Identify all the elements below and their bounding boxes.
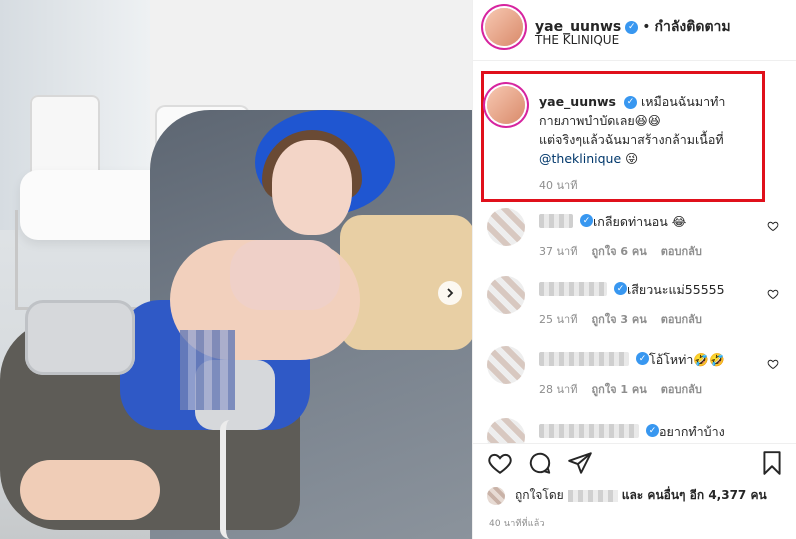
verified-icon: ✓ xyxy=(636,352,649,365)
comment-item: ✓ โอ้โหท่า🤣🤣 28 นาที ถูกใจ 1 คน ตอบกลับ xyxy=(487,346,787,406)
heart-icon[interactable] xyxy=(767,288,779,300)
post-media[interactable] xyxy=(0,0,472,539)
reply-button[interactable]: ตอบกลับ xyxy=(661,242,702,260)
verified-icon: ✓ xyxy=(623,96,637,109)
censor-blur xyxy=(180,330,235,410)
reply-button[interactable]: ตอบกลับ xyxy=(661,380,702,398)
avatar[interactable] xyxy=(485,8,523,46)
comment-item: ✓ เสียวนะแม่55555 25 นาที ถูกใจ 3 คน ตอบ… xyxy=(487,276,787,336)
instagram-post: yae_uunws ✓ • กำลังติดตาม THE KLINIQUE y… xyxy=(0,0,796,539)
heart-icon[interactable] xyxy=(767,220,779,232)
separator-dot: • xyxy=(642,19,651,35)
verified-icon: ✓ xyxy=(625,20,639,34)
heart-icon[interactable] xyxy=(487,450,513,476)
comment-likes[interactable]: ถูกใจ 3 คน xyxy=(591,310,646,328)
avatar[interactable] xyxy=(487,86,525,124)
comment-username-blurred[interactable] xyxy=(539,424,639,438)
photo-top xyxy=(230,240,340,310)
bookmark-icon[interactable] xyxy=(759,450,785,476)
chevron-right-icon xyxy=(447,288,454,298)
comment-text: เกลียดท่านอน 😂 xyxy=(593,214,687,229)
caption-line: กายภาพบำบัดเลย😆😆 xyxy=(539,113,661,128)
heart-icon[interactable] xyxy=(767,358,779,370)
post-sidebar: yae_uunws ✓ • กำลังติดตาม THE KLINIQUE y… xyxy=(472,0,796,539)
liked-by-username-blurred[interactable] xyxy=(567,489,618,502)
likes-count[interactable]: และ คนอื่นๆ อีก 4,377 คน xyxy=(622,486,767,505)
comment-likes[interactable]: ถูกใจ 6 คน xyxy=(591,242,646,260)
likes-summary[interactable]: ถูกใจโดย และ คนอื่นๆ อีก 4,377 คน xyxy=(487,486,767,505)
comment-item: ✓ เกลียดท่านอน 😂 37 นาที ถูกใจ 6 คน ตอบก… xyxy=(487,208,787,268)
comment-username-blurred[interactable] xyxy=(539,282,607,296)
caption-text: yae_uunws ✓ เหมือนฉันมาทำ กายภาพบำบัดเลย… xyxy=(539,92,769,168)
post-timestamp: 40 นาทีที่แล้ว xyxy=(489,519,545,529)
comment-text: เสียวนะแม่55555 xyxy=(627,282,725,297)
share-icon[interactable] xyxy=(567,450,593,476)
location-link[interactable]: THE KLINIQUE xyxy=(535,33,619,47)
avatar[interactable] xyxy=(487,346,525,384)
comment-icon[interactable] xyxy=(527,450,553,476)
avatar xyxy=(487,486,505,505)
comment-meta: 37 นาที ถูกใจ 6 คน ตอบกลับ xyxy=(539,242,702,260)
mention-link[interactable]: @theklinique xyxy=(539,151,621,166)
divider xyxy=(473,60,796,61)
avatar[interactable] xyxy=(487,208,525,246)
caption-line: แต่จริงๆแล้วฉันมาสร้างกล้ามเนื้อที่ xyxy=(539,132,724,147)
caption-line: เหมือนฉันมาทำ xyxy=(640,94,726,109)
photo-head xyxy=(272,140,352,235)
comment-time: 37 นาที xyxy=(539,245,578,258)
reply-button[interactable]: ตอบกลับ xyxy=(661,310,702,328)
comment-username-blurred[interactable] xyxy=(539,352,629,366)
verified-icon: ✓ xyxy=(614,282,627,295)
liked-by-label: ถูกใจโดย xyxy=(515,488,564,502)
verified-icon: ✓ xyxy=(646,424,659,437)
comment-meta: 25 นาที ถูกใจ 3 คน ตอบกลับ xyxy=(539,310,702,328)
comment-likes[interactable]: ถูกใจ 1 คน xyxy=(591,380,646,398)
following-button[interactable]: กำลังติดตาม xyxy=(655,16,731,38)
post-actions xyxy=(487,450,787,478)
caption-username[interactable]: yae_uunws xyxy=(539,94,616,109)
divider xyxy=(473,443,796,444)
comment-item: ✓ อยากทำบ้าง xyxy=(487,418,787,443)
caption-emoji: 😜 xyxy=(621,151,639,166)
comment-time: 28 นาที xyxy=(539,383,578,396)
comment-username-blurred[interactable] xyxy=(539,214,573,228)
comment-text: อยากทำบ้าง xyxy=(659,424,725,439)
comment-meta: 28 นาที ถูกใจ 1 คน ตอบกลับ xyxy=(539,380,702,398)
avatar[interactable] xyxy=(487,276,525,314)
photo-device xyxy=(25,300,135,375)
comment-text: โอ้โหท่า🤣🤣 xyxy=(649,352,725,367)
verified-icon: ✓ xyxy=(580,214,593,227)
avatar[interactable] xyxy=(487,418,525,443)
photo-feet xyxy=(20,460,160,520)
photo-machine xyxy=(30,95,100,180)
comment-time: 25 นาที xyxy=(539,313,578,326)
comments-list[interactable]: ✓ เกลียดท่านอน 😂 37 นาที ถูกใจ 6 คน ตอบก… xyxy=(473,208,796,443)
next-image-button[interactable] xyxy=(438,281,462,305)
photo-cable xyxy=(220,420,240,539)
caption-time: 40 นาที xyxy=(539,179,578,192)
